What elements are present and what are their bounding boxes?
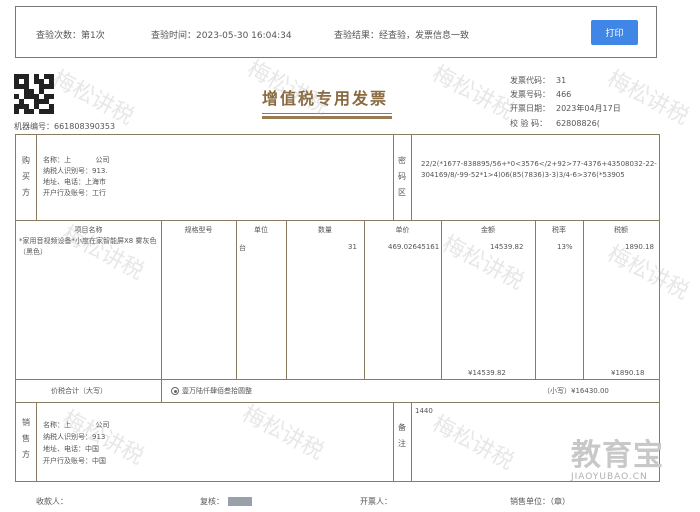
footer-drawer: 开票人： <box>360 497 392 506</box>
col-item-name: 项目名称 <box>74 226 103 234</box>
footer-payee: 收款人： <box>36 497 68 506</box>
invoice-table: 购买方 名称：上 公司 纳税人识别号：913. 地址、电话：上海市 开户行及账号… <box>15 134 660 482</box>
item-qty: 31 <box>348 243 357 251</box>
footer-seller: 销售单位：（章） <box>510 497 570 506</box>
buyer-name: 名称：上 公司 <box>43 156 110 164</box>
watermark: 梅松讲税 <box>428 61 518 125</box>
col-price: 单价 <box>395 226 410 234</box>
buyer-taxid: 纳税人识别号：913. <box>43 167 108 175</box>
logo-text: 教育宝 <box>571 438 664 473</box>
check-count: 查验次数：第1次 <box>36 31 105 41</box>
seller-name: 名称：上 公司 <box>43 421 110 429</box>
cipher-text: 22/2(*1677-838895/56+*0<3576</2+92>77-43… <box>421 160 657 179</box>
machine-number: 机器编号：661808390353 <box>14 122 116 131</box>
invoice-number: 发票号码： 466 <box>510 90 572 99</box>
item-name: *家用音视频设备*小度在家智能屏X8 雾灰色（黑色） <box>19 237 157 256</box>
seller-taxid: 纳税人识别号：913 <box>43 433 106 441</box>
logo-url: JIAOYUBAO.CN <box>571 472 648 482</box>
item-amount: 14539.82 <box>490 243 524 251</box>
circle-icon <box>171 387 179 395</box>
check-result-bar: 查验次数：第1次 查验时间：2023-05-30 16:04:34 查验结果：经… <box>15 6 657 58</box>
invoice-title: 增值税专用发票 <box>262 89 389 108</box>
footer-reviewer: 复核： <box>200 496 252 507</box>
qr-code-icon <box>14 74 54 114</box>
buyer-address: 地址、电话：上海市 <box>43 178 106 186</box>
watermark: 梅松讲税 <box>603 66 693 130</box>
seller-side-label: 销售方 <box>22 418 30 459</box>
sum-amount: ¥14539.82 <box>468 369 506 377</box>
check-result: 查验结果：经查验，发票信息一致 <box>334 31 470 41</box>
item-rate: 13% <box>557 243 573 251</box>
total-label: 价税合计（大写） <box>51 387 107 395</box>
seller-bank: 开户行及账号：中国 <box>43 457 106 465</box>
invoice-code: 发票代码： 31 <box>510 76 567 85</box>
redacted-block <box>228 497 252 506</box>
password-area-label: 密码区 <box>398 156 406 197</box>
site-logo: 教育宝 JIAOYUBAO.CN <box>571 438 664 483</box>
invoice-date: 开票日期： 2023年04月17日 <box>510 104 621 113</box>
col-tax: 税额 <box>614 226 628 234</box>
sum-tax: ¥1890.18 <box>611 369 645 377</box>
remark-value: 1440 <box>415 407 433 415</box>
col-qty: 数量 <box>318 226 332 234</box>
col-unit: 单位 <box>254 226 268 234</box>
check-time: 查验时间：2023-05-30 16:04:34 <box>151 31 292 41</box>
col-amount: 金额 <box>481 226 495 234</box>
title-underline-thick <box>262 116 392 119</box>
seller-address: 地址、电话：中国 <box>43 445 99 453</box>
print-button[interactable]: 打印 <box>591 20 638 45</box>
title-underline <box>262 113 392 114</box>
total-small: （小写）¥16430.00 <box>543 387 609 395</box>
check-code: 校 验 码： 62808826( <box>510 119 600 128</box>
col-spec: 规格型号 <box>184 226 213 234</box>
buyer-bank: 开户行及账号：工行 <box>43 189 106 197</box>
item-price: 469.02645161 <box>388 243 440 251</box>
buyer-side-label: 购买方 <box>22 156 30 197</box>
item-tax: 1890.18 <box>625 243 654 251</box>
col-rate: 税率 <box>552 226 566 234</box>
remark-label: 备注 <box>398 423 406 448</box>
item-unit: 台 <box>239 244 246 252</box>
total-upper: 壹万陆仟肆佰叁拾圆整 <box>171 386 252 396</box>
